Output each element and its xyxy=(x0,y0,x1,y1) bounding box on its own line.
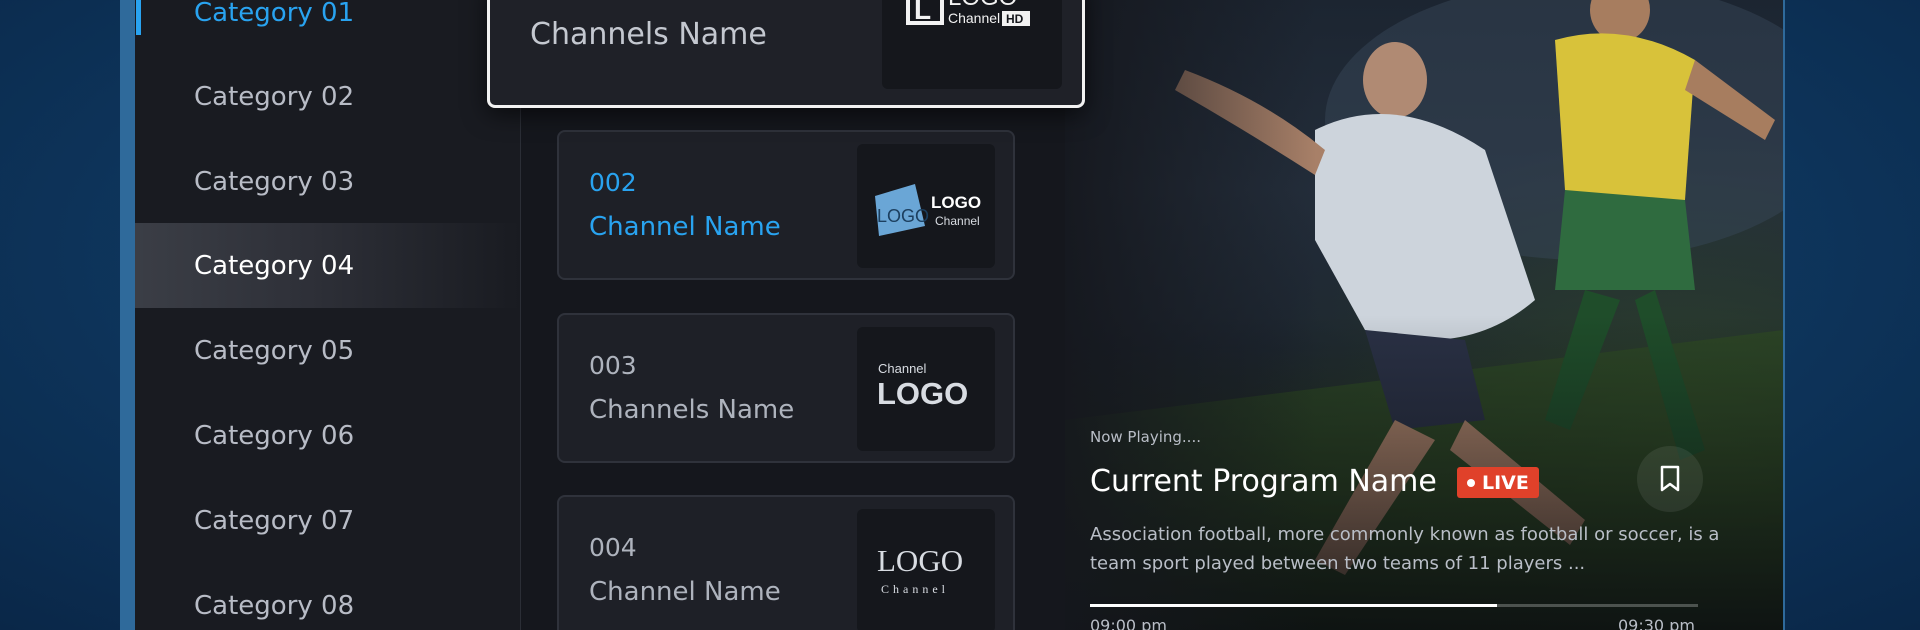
now-playing-label: Now Playing.... xyxy=(1090,428,1201,446)
sidebar-item-label: Category 06 xyxy=(194,420,355,451)
live-dot-icon xyxy=(1467,478,1475,487)
channel-name: Channels Name xyxy=(530,17,767,52)
channel-card-focused[interactable]: Channels Name L LOGO Channel HD xyxy=(487,0,1085,108)
sidebar-item-category-03[interactable]: Category 03 xyxy=(135,139,520,224)
svg-text:LOGO: LOGO xyxy=(877,206,929,226)
svg-text:Channel: Channel xyxy=(948,10,1000,26)
sidebar-item-category-02[interactable]: Category 02 xyxy=(135,54,520,139)
sidebar-item-category-06[interactable]: Category 06 xyxy=(135,393,520,478)
svg-text:Channel: Channel xyxy=(935,214,980,228)
sidebar-item-label: Category 05 xyxy=(194,335,355,366)
channel-logo: LOGO LOGO Channel xyxy=(857,144,995,268)
sidebar-item-category-01[interactable]: Category 01 xyxy=(135,0,520,55)
svg-text:Channel: Channel xyxy=(881,582,949,596)
sidebar-item-category-08[interactable]: Category 08 xyxy=(135,563,520,630)
sidebar-item-label: Category 04 xyxy=(194,250,355,281)
channel-logo: L LOGO Channel HD xyxy=(882,0,1062,89)
program-end-time: 09:30 pm xyxy=(1618,616,1695,630)
program-title: Current Program Name xyxy=(1090,464,1437,499)
svg-text:Channel: Channel xyxy=(878,361,927,376)
category-sidebar: Category 01 Category 02 Category 03 Cate… xyxy=(135,0,520,630)
channel-name: Channel Name xyxy=(589,212,781,242)
sidebar-item-label: Category 03 xyxy=(194,166,355,197)
sidebar-item-category-04[interactable]: Category 04 xyxy=(135,223,520,308)
svg-text:HD: HD xyxy=(1006,12,1024,26)
bookmark-button[interactable] xyxy=(1637,446,1703,512)
channel-name: Channels Name xyxy=(589,395,795,425)
sidebar-item-label: Category 01 xyxy=(194,0,355,28)
program-description: Association football, more commonly know… xyxy=(1090,524,1720,574)
sidebar-item-category-05[interactable]: Category 05 xyxy=(135,308,520,393)
channel-card-003[interactable]: 003 Channels Name Channel LOGO xyxy=(557,313,1015,463)
channel-logo: Channel LOGO xyxy=(857,327,995,451)
sidebar-item-label: Category 02 xyxy=(194,81,355,112)
sidebar-item-category-07[interactable]: Category 07 xyxy=(135,478,520,563)
bookmark-icon xyxy=(1660,465,1680,492)
svg-text:LOGO: LOGO xyxy=(877,376,968,411)
channel-logo: LOGO Channel xyxy=(857,509,995,630)
svg-text:LOGO: LOGO xyxy=(931,193,981,212)
program-progress-fill xyxy=(1090,604,1498,607)
channel-card-004[interactable]: 004 Channel Name LOGO Channel xyxy=(557,495,1015,630)
live-badge: LIVE xyxy=(1457,467,1539,498)
channel-card-002[interactable]: 002 Channel Name LOGO LOGO Channel xyxy=(557,130,1015,280)
channel-number: 002 xyxy=(589,168,637,197)
live-label: LIVE xyxy=(1482,471,1529,494)
channel-number: 003 xyxy=(589,351,637,380)
program-start-time: 09:00 pm xyxy=(1090,616,1167,630)
sidebar-item-label: Category 07 xyxy=(194,505,355,536)
sidebar-item-label: Category 08 xyxy=(194,590,355,621)
channel-number: 004 xyxy=(589,533,637,562)
svg-text:LOGO: LOGO xyxy=(877,543,963,578)
program-progress-bar xyxy=(1090,604,1698,607)
channel-name: Channel Name xyxy=(589,577,781,607)
svg-text:L: L xyxy=(914,0,931,25)
